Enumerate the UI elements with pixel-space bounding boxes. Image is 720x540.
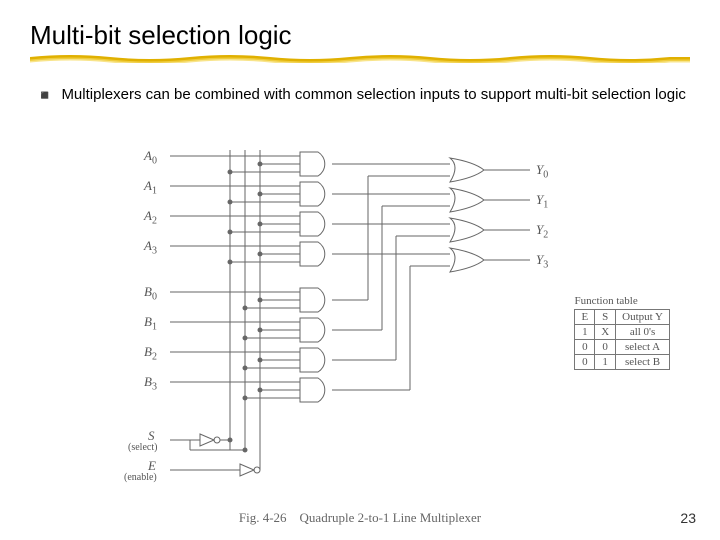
label-select-sub: (select): [128, 442, 157, 453]
ft-cell: 1: [575, 325, 595, 340]
slide-title: Multi-bit selection logic: [30, 20, 690, 51]
label-a0: A0: [144, 148, 157, 167]
label-b0: B0: [144, 284, 157, 303]
ft-cell: 0: [575, 340, 595, 355]
ft-cell: 1: [595, 355, 616, 370]
label-enable-sub: (enable): [124, 472, 157, 483]
bullet-item: ◾ Multiplexers can be combined with comm…: [36, 86, 690, 104]
bullet-marker: ◾: [36, 86, 53, 104]
ft-header: Output Y: [616, 310, 670, 325]
ft-cell: all 0's: [616, 325, 670, 340]
ft-cell: select A: [616, 340, 670, 355]
page-number: 23: [680, 510, 696, 526]
label-b3: B3: [144, 374, 157, 393]
ft-cell: select B: [616, 355, 670, 370]
title-underline: [30, 55, 690, 63]
label-y3: Y3: [536, 252, 548, 271]
label-y1: Y1: [536, 192, 548, 211]
function-table: Function table E S Output Y 1 X all 0's …: [574, 295, 670, 370]
circuit-diagram: A0 A1 A2 A3 B0 B1 B2 B3 Y0 Y1 Y2 Y3 S (s…: [150, 150, 620, 510]
ft-header: S: [595, 310, 616, 325]
label-y2: Y2: [536, 222, 548, 241]
ft-cell: 0: [595, 340, 616, 355]
bullet-text: Multiplexers can be combined with common…: [61, 86, 685, 104]
label-b2: B2: [144, 344, 157, 363]
label-y0: Y0: [536, 162, 548, 181]
figure-caption: Fig. 4-26 Quadruple 2-to-1 Line Multiple…: [0, 510, 720, 526]
label-b1: B1: [144, 314, 157, 333]
label-a1: A1: [144, 178, 157, 197]
label-a3: A3: [144, 238, 157, 257]
ft-cell: 0: [575, 355, 595, 370]
ft-header: E: [575, 310, 595, 325]
label-a2: A2: [144, 208, 157, 227]
function-table-caption: Function table: [574, 295, 670, 309]
ft-cell: X: [595, 325, 616, 340]
